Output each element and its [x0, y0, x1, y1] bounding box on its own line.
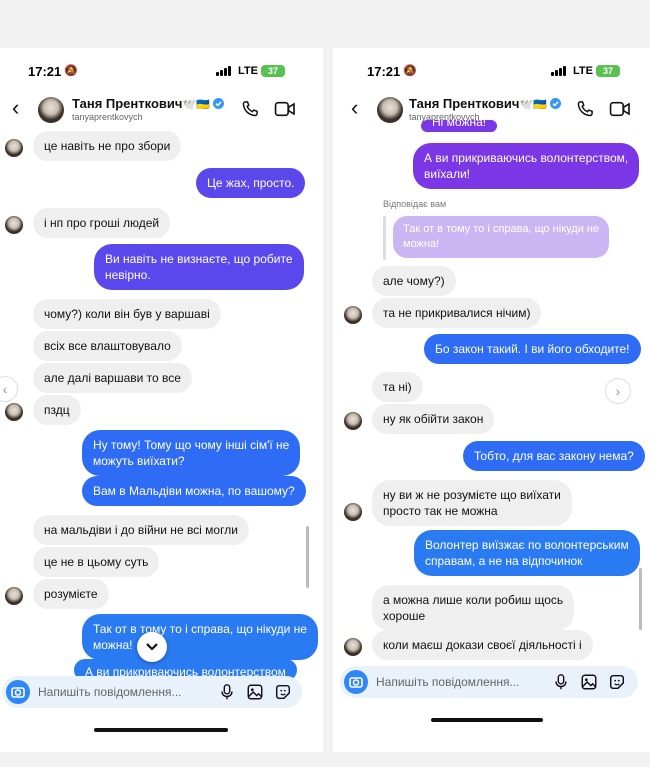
reply-bar	[383, 216, 386, 260]
message-outgoing[interactable]: Так от в тому то і справа, що нікуди не …	[82, 614, 318, 660]
status-bar: 17:21 🔕 LTE 37	[333, 62, 650, 80]
message-incoming[interactable]: ну ви ж не розумієте що виїхати просто т…	[372, 480, 572, 526]
microphone-icon[interactable]	[218, 683, 236, 701]
sticker-icon[interactable]	[274, 683, 292, 701]
home-indicator[interactable]	[94, 728, 228, 732]
status-time: 17:21	[367, 64, 401, 79]
name-decor: 🕊️🇺🇦	[182, 99, 210, 111]
avatar	[5, 139, 23, 157]
chat-screen-left: 17:21 🔕 LTE 37 ‹ Таня Пренткович🕊️🇺🇦 tan…	[0, 48, 323, 752]
video-icon[interactable]	[609, 100, 631, 118]
avatar[interactable]	[377, 97, 403, 123]
message-composer[interactable]: Напишіть повідомлення...	[2, 676, 302, 708]
message-incoming[interactable]: але чому?)	[372, 266, 456, 296]
avatar[interactable]	[38, 97, 64, 123]
previous-image-button[interactable]: ‹	[0, 376, 18, 402]
gallery-icon[interactable]	[246, 683, 264, 701]
message-incoming[interactable]: коли маєш докази своєї діяльності і	[372, 630, 593, 660]
message-outgoing[interactable]: Тобто, для вас закону нема?	[463, 441, 645, 471]
scroll-down-button[interactable]	[137, 632, 167, 662]
avatar	[344, 306, 362, 324]
scrollbar[interactable]	[306, 526, 309, 588]
avatar	[5, 216, 23, 234]
message-incoming[interactable]: це навіть не про збори	[33, 131, 182, 161]
avatar	[344, 503, 362, 521]
video-icon[interactable]	[274, 100, 296, 118]
contact-name[interactable]: Таня Пренткович🕊️🇺🇦	[72, 96, 225, 111]
chevron-down-icon	[146, 643, 158, 651]
message-incoming[interactable]: і нп про гроші людей	[33, 208, 171, 238]
contact-name[interactable]: Таня Пренткович🕊️🇺🇦	[409, 96, 562, 111]
status-bar: 17:21 🔕 LTE 37	[0, 62, 323, 80]
message-outgoing[interactable]: Ви навіть не визнаєте, що робите невірно…	[94, 244, 304, 290]
avatar	[344, 638, 362, 656]
message-input[interactable]: Напишіть повідомлення...	[376, 675, 519, 689]
signal-icon	[216, 66, 232, 76]
message-incoming[interactable]: ну як обійти закон	[372, 404, 495, 434]
message-outgoing[interactable]: Вам в Мальдіви можна, по вашому?	[82, 476, 306, 506]
verified-icon	[550, 98, 562, 109]
battery-icon: 37	[261, 65, 285, 77]
chevron-right-icon[interactable]: ›	[605, 378, 631, 404]
battery-icon: 37	[596, 65, 620, 77]
message-incoming[interactable]: та не прикривалися нічим)	[372, 298, 542, 328]
chevron-left-icon[interactable]: ‹	[12, 96, 19, 120]
chat-screen-right: 17:21 🔕 LTE 37 ‹ Таня Пренткович🕊️🇺🇦 tan…	[333, 48, 650, 752]
message-outgoing[interactable]: Волонтер виїзжає по волонтерським справа…	[414, 530, 640, 576]
camera-icon[interactable]	[344, 670, 368, 694]
message-incoming[interactable]: розумієте	[33, 579, 109, 609]
network-label: LTE	[573, 65, 593, 77]
message-incoming[interactable]: чому?) коли він був у варшаві	[33, 299, 221, 329]
phone-icon[interactable]	[240, 99, 260, 119]
message-outgoing[interactable]: А ви прикриваючись волонтерством, виїхал…	[413, 143, 640, 189]
mute-bell-icon: 🔕	[64, 65, 78, 77]
microphone-icon[interactable]	[552, 673, 570, 691]
chevron-left-icon[interactable]: ‹	[351, 96, 358, 120]
message-incoming[interactable]: пздц	[33, 395, 81, 425]
avatar	[5, 403, 23, 421]
message-composer[interactable]: Напишіть повідомлення...	[340, 666, 638, 698]
verified-icon	[213, 98, 225, 109]
name-decor: 🕊️🇺🇦	[519, 99, 547, 111]
contact-username: tanyaprentkovych	[72, 112, 143, 122]
status-time: 17:21	[28, 64, 62, 79]
message-incoming[interactable]: а можна лише коли робиш щось хороше	[372, 585, 575, 631]
scrollbar[interactable]	[639, 568, 642, 630]
avatar	[344, 412, 362, 430]
home-indicator[interactable]	[431, 718, 543, 722]
message-outgoing[interactable]: Бо закон такий. І ви його обходите!	[424, 334, 641, 364]
sticker-icon[interactable]	[608, 673, 626, 691]
signal-icon	[551, 66, 567, 76]
message-incoming[interactable]: та ні)	[372, 372, 423, 402]
message-incoming[interactable]: це не в цьому суть	[33, 547, 160, 577]
message-input[interactable]: Напишіть повідомлення...	[38, 685, 181, 699]
message-outgoing[interactable]: Це жах, просто.	[196, 168, 306, 198]
camera-icon[interactable]	[6, 680, 30, 704]
message-incoming[interactable]: всіх все влаштовувало	[33, 331, 182, 361]
reply-label: Відповідає вам	[383, 199, 447, 209]
reply-quote[interactable]: Так от в тому то і справа, що нікуди не …	[393, 216, 610, 258]
message-outgoing[interactable]: Ні можна!	[421, 120, 498, 132]
chat-header: ‹ Таня Пренткович🕊️🇺🇦 tanyaprentkovych	[0, 94, 323, 128]
mute-bell-icon: 🔕	[403, 65, 417, 77]
avatar	[5, 587, 23, 605]
gallery-icon[interactable]	[580, 673, 598, 691]
phone-icon[interactable]	[575, 99, 595, 119]
message-outgoing[interactable]: Ну тому! Тому що чому інші сім'ї не можу…	[82, 430, 301, 476]
message-incoming[interactable]: на мальдіви і до війни не всі могли	[33, 515, 249, 545]
network-label: LTE	[238, 65, 258, 77]
message-incoming[interactable]: але далі варшави то все	[33, 363, 192, 393]
